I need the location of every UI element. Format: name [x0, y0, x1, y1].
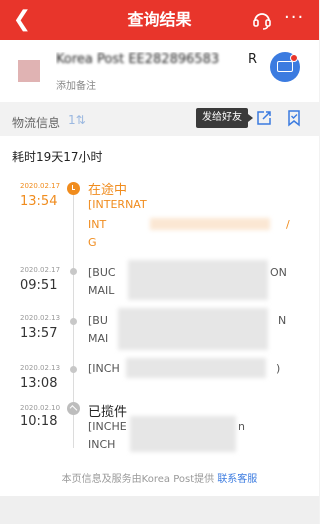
event-detail-tail: / [286, 218, 290, 231]
share-button[interactable] [255, 109, 273, 127]
tracking-prefix: Korea Post [56, 52, 125, 67]
redacted-area [118, 308, 268, 350]
event-detail-line: MAIL [88, 284, 115, 297]
carrier-logo [18, 60, 40, 82]
event-status: 在途中 [88, 183, 128, 198]
footer-text: 本页信息及服务由Korea Post提供 [61, 474, 215, 485]
screen: ❮ 查询结果 ··· Korea Post EE282896583 R 添加备注… [0, 0, 319, 524]
bottom-spacer [0, 496, 319, 524]
event-node-icon [70, 268, 77, 275]
envelope-icon [277, 61, 293, 72]
event-time: 13:57 [20, 326, 58, 341]
event-time: 13:08 [20, 376, 58, 391]
customer-service-button[interactable] [251, 9, 273, 31]
sort-icon[interactable]: 1⇅ [68, 113, 86, 127]
tracking-number[interactable]: Korea Post EE282896583 [56, 52, 256, 67]
event-time: 09:51 [20, 278, 58, 293]
event-time: 10:18 [20, 414, 58, 429]
redacted-area [128, 260, 268, 300]
event-detail-tail: ON [270, 266, 287, 279]
contact-support-link[interactable]: 联系客服 [217, 474, 257, 485]
tracking-suffix: R [248, 52, 258, 67]
redacted-area [126, 358, 266, 378]
header-bar: ❮ 查询结果 ··· [0, 0, 319, 40]
event-date: 2020.02.17 [20, 266, 61, 274]
elapsed-time: 耗时19天17小时 [12, 150, 103, 164]
more-button[interactable]: ··· [284, 9, 310, 31]
notification-dot [290, 54, 298, 62]
tracking-timeline: 耗时19天17小时 2020.02.17 13:54 在途中 [INTERNAT… [0, 136, 319, 496]
event-detail-line: G [88, 236, 97, 249]
event-detail-line: [BUC [88, 266, 116, 279]
event-detail-line: [INCHE [88, 420, 127, 433]
event-detail-line: INT [88, 218, 107, 231]
in-transit-node-icon [67, 182, 80, 195]
event-date: 2020.02.17 [20, 182, 61, 190]
bookmark-button[interactable] [285, 109, 303, 127]
event-detail-tail: N [278, 314, 287, 327]
section-label: 物流信息 [12, 116, 61, 130]
event-date: 2020.02.10 [20, 404, 61, 412]
tracking-number-blurred: EE282896583 [128, 52, 220, 67]
event-node-icon [70, 366, 77, 373]
redacted-area [130, 416, 236, 452]
subscribe-mail-button[interactable] [270, 52, 300, 82]
picked-up-node-icon [67, 402, 80, 415]
event-detail-tail: ) [276, 362, 281, 375]
event-time: 13:54 [20, 194, 58, 209]
event-date: 2020.02.13 [20, 314, 61, 322]
footer-note: 本页信息及服务由Korea Post提供 联系客服 [0, 470, 319, 485]
event-status: 已揽件 [88, 405, 128, 420]
event-detail-line: MAI [88, 332, 109, 345]
event-detail-tail: n [238, 420, 245, 433]
share-icon [257, 111, 271, 125]
event-node-icon [70, 318, 77, 325]
bookmark-icon [288, 110, 300, 127]
share-tooltip: 发给好友 [196, 108, 253, 128]
event-detail-line: INCH [88, 438, 116, 451]
event-detail-line: [INTERNAT [88, 198, 147, 211]
add-remark-link[interactable]: 添加备注 [56, 77, 96, 92]
event-detail-line: [BU [88, 314, 108, 327]
headset-icon [253, 13, 271, 30]
event-date: 2020.02.13 [20, 364, 61, 372]
redacted-area [150, 218, 270, 230]
event-detail-line: [INCH [88, 362, 120, 375]
